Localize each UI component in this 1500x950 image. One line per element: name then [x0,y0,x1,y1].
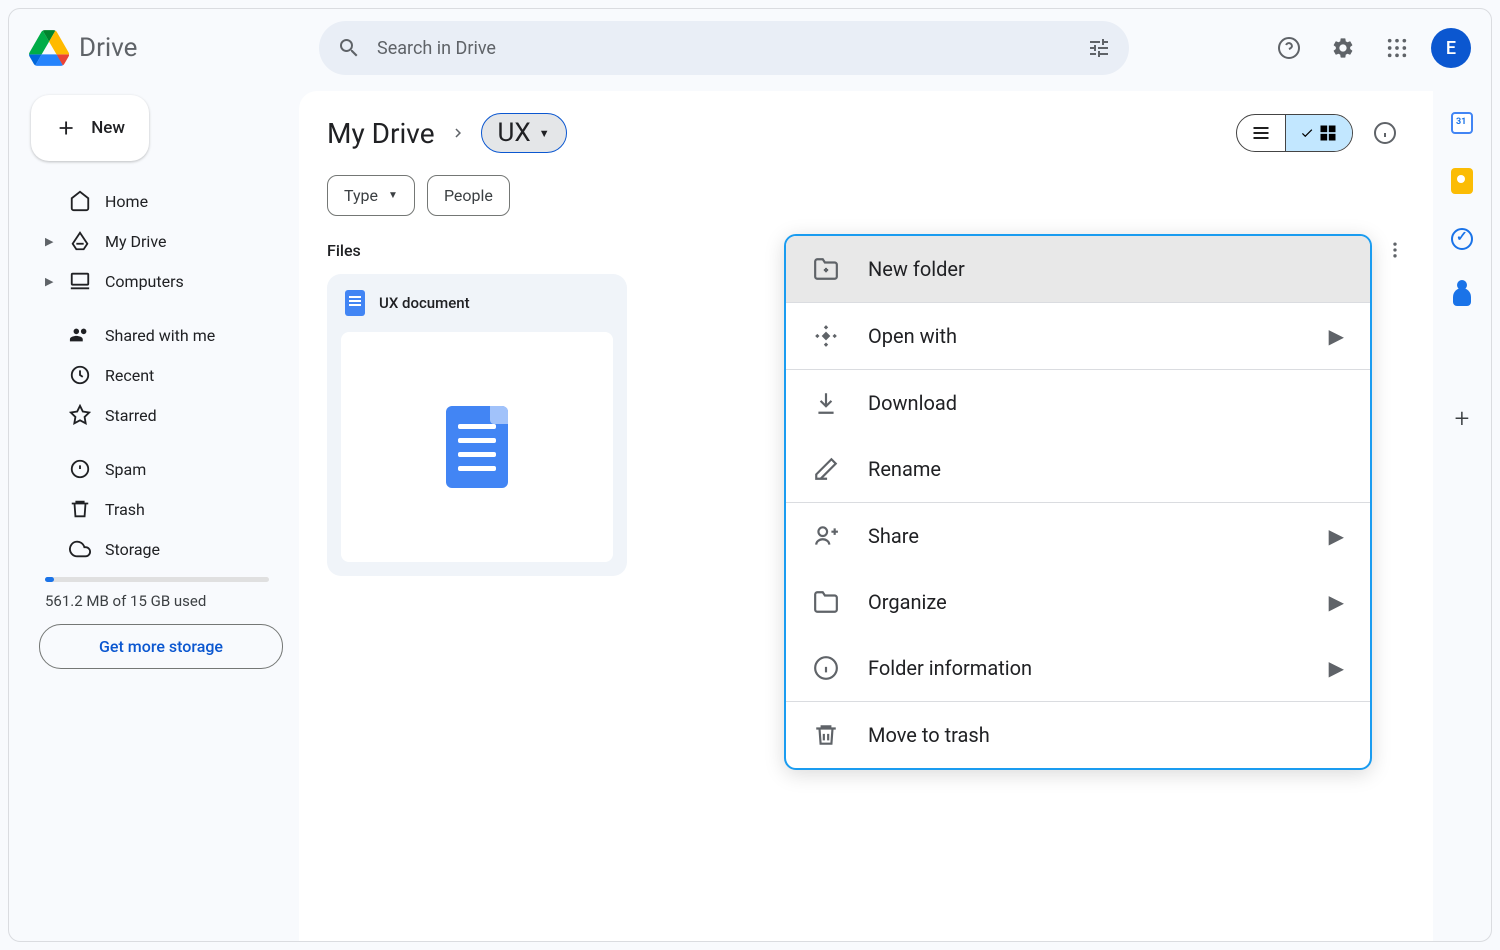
menu-download[interactable]: Download [786,370,1370,436]
nav-label: Storage [105,540,160,559]
side-panel: + [1433,87,1491,941]
menu-open-with[interactable]: Open with ▶ [786,303,1370,369]
avatar[interactable]: E [1431,28,1471,68]
breadcrumb-root[interactable]: My Drive [327,117,435,150]
sidebar: New Home ▶ My Drive ▶ Computers Sh [9,87,299,941]
tune-icon[interactable] [1087,36,1111,60]
contacts-app-icon[interactable] [1450,285,1474,309]
keep-app-icon[interactable] [1450,169,1474,193]
file-card[interactable]: UX document [327,274,627,576]
nav-label: Shared with me [105,326,215,345]
dropdown-icon: ▼ [539,127,550,140]
sidebar-item-mydrive[interactable]: ▶ My Drive [31,221,283,261]
cloud-icon [69,538,91,560]
tasks-app-icon[interactable] [1450,227,1474,251]
breadcrumb: My Drive UX ▼ [327,113,1405,153]
clock-icon [69,364,91,386]
help-icon[interactable] [1269,28,1309,68]
product-logo[interactable]: Drive [29,30,279,66]
sidebar-item-trash[interactable]: Trash [31,489,283,529]
context-menu: New folder Open with ▶ Download Rename [784,234,1372,770]
organize-icon [812,589,840,615]
home-icon [69,190,91,212]
product-name: Drive [79,33,137,63]
sidebar-item-storage[interactable]: Storage [31,529,283,569]
rename-icon [812,456,840,482]
view-toggle [1236,114,1353,152]
nav-label: Recent [105,366,154,385]
header: Drive E [9,9,1491,87]
apps-icon[interactable] [1377,28,1417,68]
drive-icon [69,230,91,252]
list-view-button[interactable] [1237,115,1286,151]
expand-icon[interactable]: ▶ [45,275,55,288]
submenu-arrow-icon: ▶ [1329,524,1344,548]
info-icon[interactable] [1365,113,1405,153]
menu-folder-info[interactable]: Folder information ▶ [786,635,1370,701]
sidebar-item-shared[interactable]: Shared with me [31,315,283,355]
header-actions: E [1269,28,1471,68]
menu-share[interactable]: Share ▶ [786,503,1370,569]
open-with-icon [812,323,840,349]
grid-view-button[interactable] [1286,115,1352,151]
breadcrumb-current[interactable]: UX ▼ [481,113,567,153]
submenu-arrow-icon: ▶ [1329,324,1344,348]
more-vert-icon[interactable] [1385,240,1405,260]
storage-usage-text: 561.2 MB of 15 GB used [31,592,283,610]
search-bar[interactable] [319,21,1129,75]
storage-bar [45,577,269,582]
submenu-arrow-icon: ▶ [1329,590,1344,614]
nav-label: Computers [105,272,184,291]
people-icon [69,324,91,346]
nav-label: Home [105,192,148,211]
check-icon [1300,126,1314,140]
spam-icon [69,458,91,480]
sidebar-item-computers[interactable]: ▶ Computers [31,261,283,301]
sidebar-item-recent[interactable]: Recent [31,355,283,395]
settings-icon[interactable] [1323,28,1363,68]
filter-type[interactable]: Type▼ [327,175,415,216]
sidebar-item-starred[interactable]: Starred [31,395,283,435]
section-title: Files [327,241,361,260]
calendar-app-icon[interactable] [1450,111,1474,135]
nav-label: Spam [105,460,146,479]
filter-row: Type▼ People [327,175,1405,216]
submenu-arrow-icon: ▶ [1329,656,1344,680]
menu-move-trash[interactable]: Move to trash [786,702,1370,768]
info-icon [812,655,840,681]
main-content: My Drive UX ▼ Type▼ People [299,91,1433,941]
file-preview [341,332,613,562]
trash-icon [69,498,91,520]
menu-rename[interactable]: Rename [786,436,1370,502]
menu-new-folder[interactable]: New folder [786,236,1370,302]
computer-icon [69,270,91,292]
chevron-right-icon [449,124,467,142]
folder-plus-icon [812,256,840,282]
get-storage-button[interactable]: Get more storage [39,624,283,669]
expand-icon[interactable]: ▶ [45,235,55,248]
nav-label: Trash [105,500,145,519]
nav-label: Starred [105,406,157,425]
menu-organize[interactable]: Organize ▶ [786,569,1370,635]
docs-icon [345,290,365,316]
search-icon [337,36,361,60]
drive-logo-icon [29,30,69,66]
sidebar-item-home[interactable]: Home [31,181,283,221]
trash-icon [812,722,840,748]
docs-large-icon [446,406,508,488]
new-button[interactable]: New [31,95,149,161]
sidebar-item-spam[interactable]: Spam [31,449,283,489]
search-input[interactable] [377,38,1087,59]
filter-people[interactable]: People [427,175,510,216]
share-icon [812,523,840,549]
plus-icon [55,115,77,141]
star-icon [69,404,91,426]
download-icon [812,390,840,416]
file-name: UX document [379,294,470,312]
addons-plus-icon[interactable]: + [1450,407,1474,431]
nav-label: My Drive [105,232,166,251]
new-button-label: New [91,118,125,138]
